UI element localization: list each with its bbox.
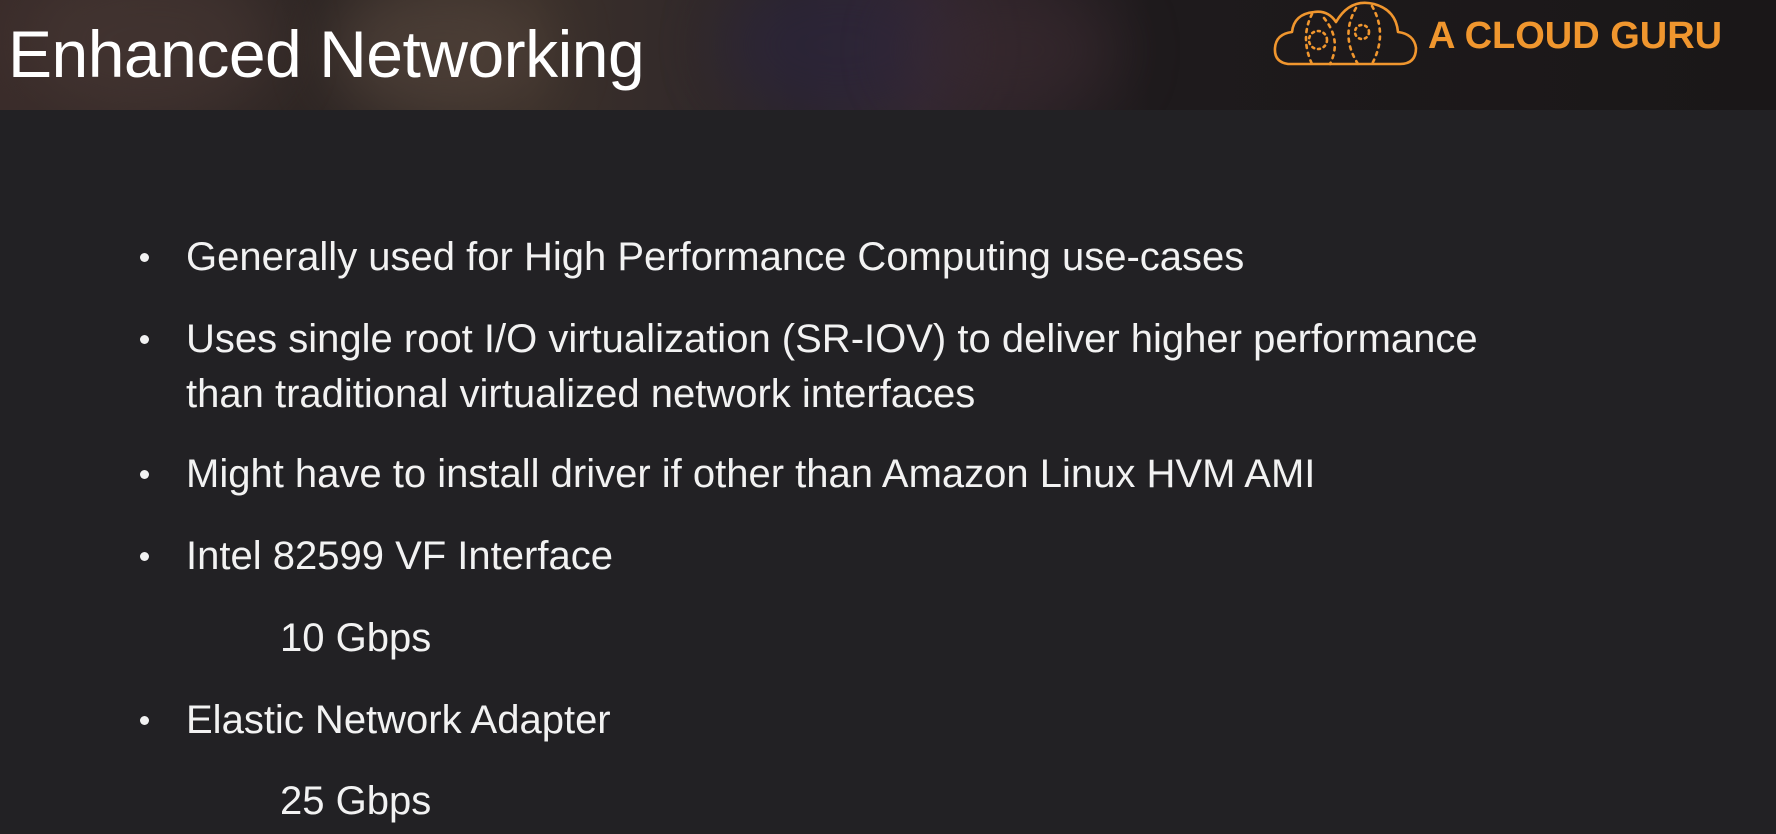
bullet-text-continuation: than traditional virtualized network int… xyxy=(186,372,976,416)
bullet-list: Generally used for High Performance Comp… xyxy=(0,0,1776,834)
bullet-text: Might have to install driver if other th… xyxy=(186,452,1316,496)
bullet-text: Elastic Network Adapter xyxy=(186,698,611,742)
bullet-marker xyxy=(140,470,149,479)
bullet-text: Generally used for High Performance Comp… xyxy=(186,235,1245,279)
bullet-text: Intel 82599 VF Interface xyxy=(186,534,613,578)
sub-item-text: 10 Gbps xyxy=(280,616,432,660)
bullet-marker xyxy=(140,552,149,561)
sub-item-text: 25 Gbps xyxy=(280,779,432,823)
slide: Enhanced Networking A CLOUD GURU General… xyxy=(0,0,1776,834)
bullet-marker xyxy=(140,716,149,725)
bullet-text: Uses single root I/O virtualization (SR-… xyxy=(186,317,1478,361)
bullet-marker xyxy=(140,335,149,344)
bullet-marker xyxy=(140,253,149,262)
